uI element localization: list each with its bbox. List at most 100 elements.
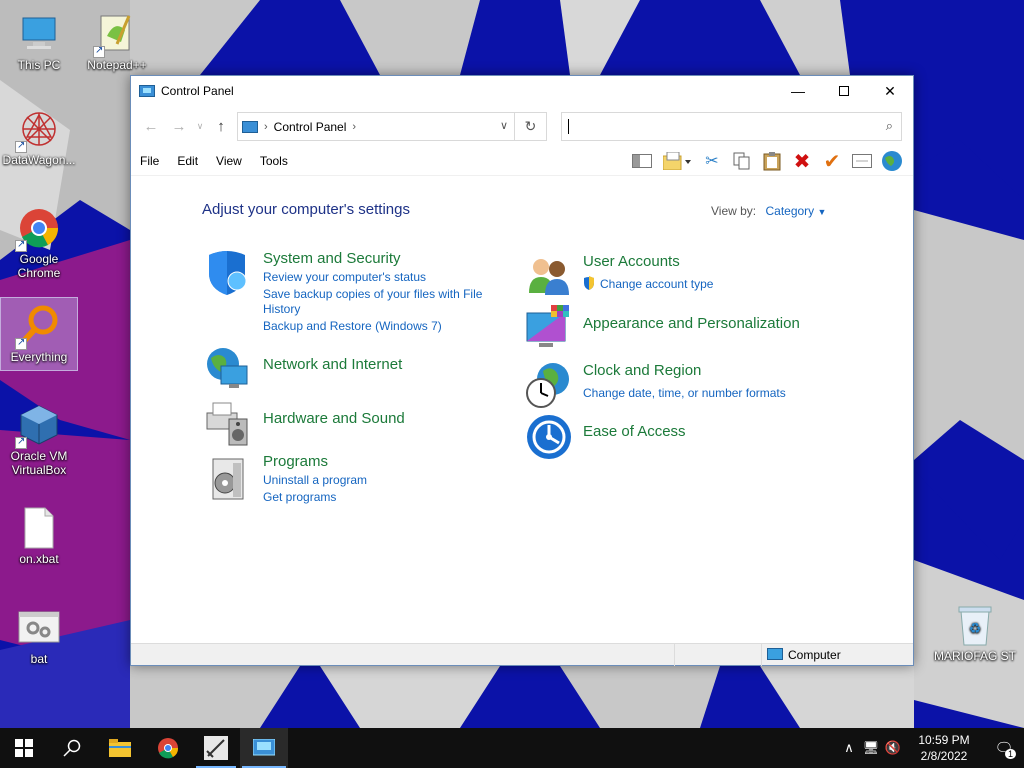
- scissors-icon: ✂: [705, 153, 719, 170]
- layout-pane-button[interactable]: [627, 148, 657, 174]
- start-button[interactable]: [0, 728, 48, 768]
- paste-button[interactable]: [757, 148, 787, 174]
- ease-of-access-icon[interactable]: [525, 413, 573, 461]
- breadcrumb-control-panel[interactable]: Control Panel: [274, 120, 347, 134]
- up-button[interactable]: ↑: [207, 118, 235, 135]
- computer-icon: [17, 12, 61, 56]
- copy-icon: [733, 152, 750, 170]
- desktop-icon-this-pc[interactable]: This PC: [1, 6, 77, 72]
- category-clock-and-region[interactable]: Clock and Region: [583, 362, 701, 379]
- recent-locations-button[interactable]: ∨: [193, 121, 207, 132]
- minimize-button[interactable]: —: [775, 76, 821, 106]
- chevron-up-icon[interactable]: ∧: [838, 740, 860, 756]
- desktop-icon-label: MARIOFAG ST: [933, 649, 1016, 663]
- windows-logo-icon: [15, 739, 33, 757]
- desktop-icon-everything[interactable]: Everything: [0, 297, 78, 371]
- taskbar-file-explorer[interactable]: [96, 728, 144, 768]
- search-icon: [63, 739, 81, 757]
- navigation-bar: ← → ∨ ↑ › Control Panel › ∨ ↻ ⌕: [131, 106, 913, 146]
- menu-tools[interactable]: Tools: [251, 154, 297, 168]
- link-backup-restore[interactable]: Backup and Restore (Windows 7): [263, 319, 442, 334]
- desktop-icon-notepadpp[interactable]: Notepad++: [79, 6, 155, 72]
- category-appearance-and-personalization[interactable]: Appearance and Personalization: [583, 315, 800, 332]
- notepadpp-icon: [93, 12, 139, 58]
- web-globe-button[interactable]: [877, 148, 907, 174]
- shortcut-arrow-icon: [93, 44, 105, 58]
- chevron-right-icon[interactable]: ›: [352, 121, 356, 133]
- category-programs[interactable]: Programs: [263, 453, 328, 470]
- link-change-account-type[interactable]: Change account type: [600, 277, 713, 292]
- taskbar-app-sword[interactable]: [192, 728, 240, 768]
- link-uninstall-program[interactable]: Uninstall a program: [263, 473, 367, 488]
- clock-globe-icon[interactable]: [525, 361, 573, 409]
- chevron-down-icon[interactable]: ∨: [500, 119, 508, 132]
- category-ease-of-access[interactable]: Ease of Access: [583, 423, 686, 440]
- view-by-dropdown[interactable]: Category ▼: [765, 204, 826, 218]
- address-bar[interactable]: › Control Panel › ∨ ↻: [237, 112, 547, 141]
- search-button[interactable]: [48, 728, 96, 768]
- control-panel-icon: [253, 739, 275, 756]
- taskbar-chrome[interactable]: [144, 728, 192, 768]
- back-button[interactable]: ←: [137, 118, 165, 135]
- desktop-icon-datawagon[interactable]: DataWagon...: [1, 101, 77, 167]
- clock-date: 2/8/2022: [920, 749, 968, 763]
- category-hardware-and-sound[interactable]: Hardware and Sound: [263, 410, 405, 427]
- copy-button[interactable]: [727, 148, 757, 174]
- delete-button[interactable]: ✖: [787, 148, 817, 174]
- network-icon[interactable]: 🖥: [860, 740, 882, 756]
- category-system-and-security[interactable]: System and Security: [263, 250, 401, 267]
- link-change-date-time-formats[interactable]: Change date, time, or number formats: [583, 386, 786, 401]
- desktop-icon-bat[interactable]: bat: [1, 600, 77, 666]
- forward-button[interactable]: →: [165, 118, 193, 135]
- apply-button[interactable]: ✔: [817, 148, 847, 174]
- programs-disc-icon[interactable]: [203, 453, 251, 501]
- close-button[interactable]: ✕: [867, 76, 913, 106]
- desktop-icon-google-chrome[interactable]: Google Chrome: [1, 200, 77, 280]
- desktop-icon-virtualbox[interactable]: Oracle VM VirtualBox: [1, 397, 77, 477]
- menu-edit[interactable]: Edit: [168, 154, 207, 168]
- rename-button[interactable]: [847, 148, 877, 174]
- maximize-button[interactable]: [821, 76, 867, 106]
- title-bar[interactable]: Control Panel — ✕: [131, 76, 913, 106]
- link-get-programs[interactable]: Get programs: [263, 490, 336, 505]
- taskbar-control-panel[interactable]: [240, 728, 288, 768]
- control-panel-window[interactable]: Control Panel — ✕ ← → ∨ ↑ › Control Pane…: [130, 75, 914, 666]
- status-computer-label: Computer: [788, 648, 841, 662]
- desktop-icon-label: Everything: [10, 350, 68, 364]
- refresh-button[interactable]: ↻: [514, 113, 546, 140]
- datawagon-icon: [15, 107, 61, 153]
- clipboard-icon: [763, 152, 781, 171]
- virtualbox-icon: [15, 403, 61, 449]
- shield-icon[interactable]: [203, 249, 251, 297]
- cut-button[interactable]: ✂: [697, 148, 727, 174]
- link-save-backup-history[interactable]: History: [263, 302, 300, 317]
- chevron-right-icon: ›: [264, 120, 268, 133]
- menu-view[interactable]: View: [207, 154, 251, 168]
- status-bar: Computer: [131, 643, 913, 666]
- link-review-status[interactable]: Review your computer's status: [263, 270, 426, 285]
- checkmark-icon: ✔: [823, 150, 841, 173]
- layout-pane-icon: [632, 154, 652, 168]
- search-input[interactable]: ⌕: [561, 112, 902, 141]
- desktop-icon-on-xbat[interactable]: on.xbat: [1, 500, 77, 566]
- page-heading: Adjust your computer's settings: [202, 201, 410, 218]
- category-user-accounts[interactable]: User Accounts: [583, 253, 680, 270]
- network-globe-icon[interactable]: [203, 344, 251, 392]
- notification-count-badge: 1: [1004, 749, 1016, 759]
- link-save-backup[interactable]: Save backup copies of your files with Fi…: [263, 287, 482, 302]
- view-by-value: Category: [765, 204, 815, 218]
- file-icon: [17, 506, 61, 550]
- volume-muted-icon[interactable]: 🔇: [882, 740, 904, 756]
- desktop-icon-recycle-bin[interactable]: ♻ MARIOFAG ST: [932, 597, 1018, 663]
- svg-text:♻: ♻: [969, 621, 982, 637]
- printer-speaker-icon[interactable]: [203, 399, 251, 447]
- rename-icon: [852, 154, 872, 168]
- clock[interactable]: 10:59 PM 2/8/2022: [904, 732, 984, 764]
- notification-center-button[interactable]: 🗨 1: [984, 739, 1024, 759]
- category-network-and-internet[interactable]: Network and Internet: [263, 356, 402, 373]
- folder-icon: [109, 739, 131, 757]
- properties-folder-button[interactable]: [657, 148, 697, 174]
- appearance-icon[interactable]: [525, 305, 573, 353]
- menu-file[interactable]: File: [131, 154, 168, 168]
- user-accounts-icon[interactable]: [525, 251, 573, 299]
